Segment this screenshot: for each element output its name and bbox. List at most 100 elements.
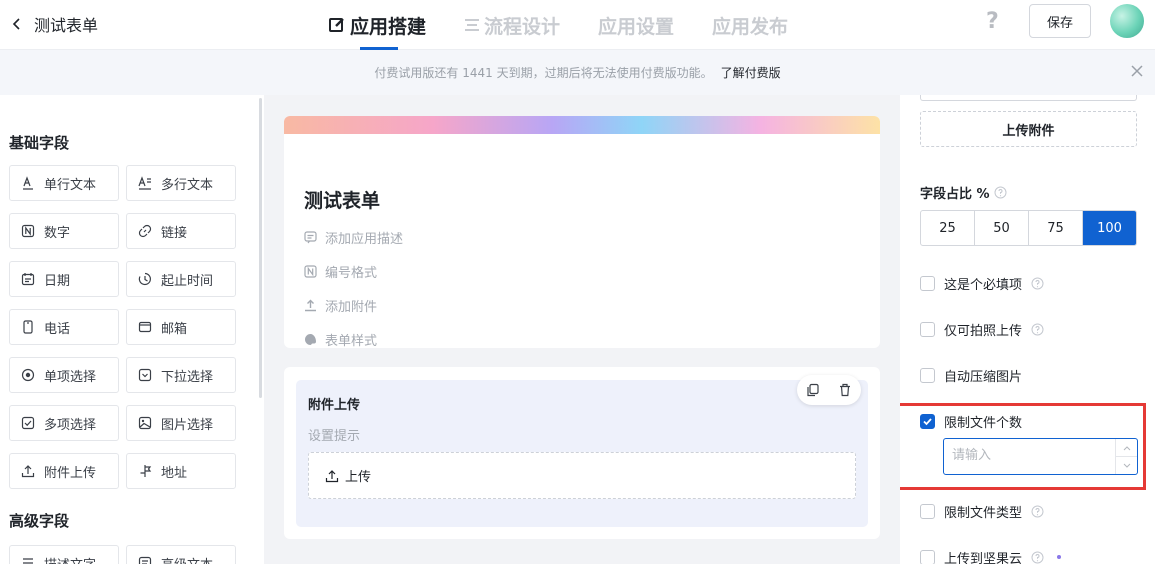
field-multi-choice[interactable]: 多项选择 (9, 405, 119, 441)
description-icon (23, 558, 33, 564)
back-button[interactable]: 测试表单 (10, 12, 98, 36)
question-icon[interactable] (1031, 505, 1044, 518)
learn-paid-link[interactable]: 了解付费版 (721, 64, 781, 81)
file-count-input[interactable] (943, 438, 1138, 475)
save-button[interactable]: 保存 (1029, 4, 1091, 38)
field-link[interactable]: 链接 (126, 213, 236, 249)
add-attachment-option[interactable]: 添加附件 (304, 296, 377, 315)
form-style-option[interactable]: 表单样式 (304, 330, 377, 348)
field-dropdown[interactable]: 下拉选择 (126, 357, 236, 393)
number-format-option[interactable]: 编号格式 (304, 262, 377, 281)
upload-icon (305, 299, 316, 312)
checkbox-box[interactable] (920, 550, 935, 564)
checkbox-box[interactable] (920, 504, 935, 519)
field-email[interactable]: 邮箱 (126, 309, 236, 345)
ratio-option-75[interactable]: 75 (1029, 211, 1083, 245)
sidebar-scrollbar[interactable] (259, 98, 262, 398)
badge-dot (1057, 555, 1061, 559)
close-icon[interactable] (1129, 63, 1145, 79)
form-title[interactable]: 测试表单 (304, 186, 380, 213)
location-icon (140, 465, 152, 477)
upload-attachment-button[interactable]: 上传附件 (920, 111, 1137, 147)
form-banner-gradient (284, 116, 880, 134)
field-label: 起止时间 (161, 273, 214, 289)
field-label: 数字 (44, 225, 71, 241)
advanced-fields-title: 高级字段 (9, 512, 70, 530)
field-title: 附件上传 (308, 398, 361, 413)
field-single-line-text[interactable]: 单行文本 (9, 165, 119, 201)
ratio-option-100[interactable]: 100 (1083, 211, 1136, 245)
field-label: 附件上传 (44, 465, 97, 481)
field-toolbar (797, 375, 861, 405)
radio-icon (21, 368, 35, 382)
checkbox-box[interactable] (920, 368, 935, 383)
limit-file-type-checkbox[interactable]: 限制文件类型 (920, 502, 1044, 521)
tab-app-publish[interactable]: 应用发布 (712, 0, 788, 50)
field-phone[interactable]: 电话 (9, 309, 119, 345)
calendar-icon (21, 273, 35, 286)
checkbox-box[interactable] (920, 276, 935, 291)
tab-label: 流程设计 (484, 15, 561, 38)
field-label: 单项选择 (44, 369, 97, 385)
previous-input[interactable] (920, 95, 1137, 101)
add-app-description[interactable]: 添加应用描述 (304, 228, 403, 247)
file-count-field[interactable] (944, 439, 1109, 472)
basic-fields-title: 基础字段 (9, 134, 70, 152)
required-checkbox[interactable]: 这是个必填项 (920, 274, 1044, 293)
tab-label: 应用发布 (712, 15, 789, 38)
trash-icon[interactable] (838, 383, 852, 397)
question-icon[interactable] (994, 186, 1007, 199)
field-date[interactable]: 日期 (9, 261, 119, 297)
checkbox-box[interactable] (920, 322, 935, 337)
upload-to-jianguoyun-checkbox[interactable]: 上传到坚果云 (920, 548, 1044, 564)
camera-only-checkbox[interactable]: 仅可拍照上传 (920, 320, 1044, 339)
ratio-option-25[interactable]: 25 (921, 211, 975, 245)
tab-app-settings[interactable]: 应用设置 (598, 0, 674, 50)
option-label: 添加应用描述 (325, 232, 404, 247)
attachment-field-card[interactable]: 附件上传 设置提示 上传 (284, 367, 880, 539)
upload-dropzone[interactable]: 上传 (308, 452, 856, 499)
chevron-down-icon[interactable] (1116, 457, 1137, 474)
field-attachment-upload[interactable]: 附件上传 (9, 453, 119, 489)
tab-app-build[interactable]: 应用搭建 (328, 0, 426, 50)
compress-image-checkbox[interactable]: 自动压缩图片 (920, 366, 1022, 385)
field-address[interactable]: 地址 (126, 453, 236, 489)
phone-icon (23, 320, 33, 334)
chevron-up-icon[interactable] (1116, 439, 1137, 457)
check-icon (923, 418, 932, 426)
form-header-card[interactable]: 测试表单 添加应用描述 编号格式 添加附件 表单样式 (284, 116, 880, 348)
question-icon[interactable] (1031, 323, 1044, 336)
time-range-icon (138, 272, 151, 286)
limit-file-count-checkbox[interactable]: 限制文件个数 (920, 412, 1022, 431)
attachment-field-selected[interactable]: 附件上传 设置提示 上传 (296, 375, 868, 527)
question-icon[interactable] (1031, 551, 1044, 564)
main-tabs: 应用搭建 流程设计 应用设置 应用发布 (328, 0, 788, 50)
checkbox-label: 自动压缩图片 (944, 370, 1023, 385)
question-icon[interactable] (1031, 277, 1044, 290)
field-label: 多项选择 (44, 417, 97, 433)
tab-label: 应用搭建 (350, 15, 427, 38)
field-single-choice[interactable]: 单项选择 (9, 357, 119, 393)
flow-icon (465, 19, 480, 31)
field-time-range[interactable]: 起止时间 (126, 261, 236, 297)
field-rich-text[interactable]: 高级文本 (126, 545, 236, 564)
tab-flow-design[interactable]: 流程设计 (464, 0, 560, 50)
ratio-option-50[interactable]: 50 (975, 211, 1029, 245)
field-description-text[interactable]: 描述文字 (9, 545, 119, 564)
dropdown-icon (138, 368, 152, 382)
field-label: 图片选择 (161, 417, 214, 433)
number-icon (304, 265, 317, 278)
field-palette: 基础字段 单行文本 多行文本 数字 链接 日期 起止时间 电话 邮箱 单项选择 … (0, 95, 264, 564)
help-icon[interactable]: ? (986, 9, 999, 34)
upload-icon (21, 465, 35, 478)
form-canvas: 测试表单 添加应用描述 编号格式 添加附件 表单样式 附件上传 设置提示 上传 (264, 95, 900, 564)
field-image-choice[interactable]: 图片选择 (126, 405, 236, 441)
copy-icon[interactable] (806, 383, 820, 397)
field-number[interactable]: 数字 (9, 213, 119, 249)
field-label: 单行文本 (44, 177, 97, 193)
mail-icon (138, 321, 152, 333)
avatar[interactable] (1110, 4, 1144, 38)
field-multi-line-text[interactable]: 多行文本 (126, 165, 236, 201)
checkbox-box-checked[interactable] (920, 414, 935, 429)
form-name: 测试表单 (34, 16, 99, 35)
